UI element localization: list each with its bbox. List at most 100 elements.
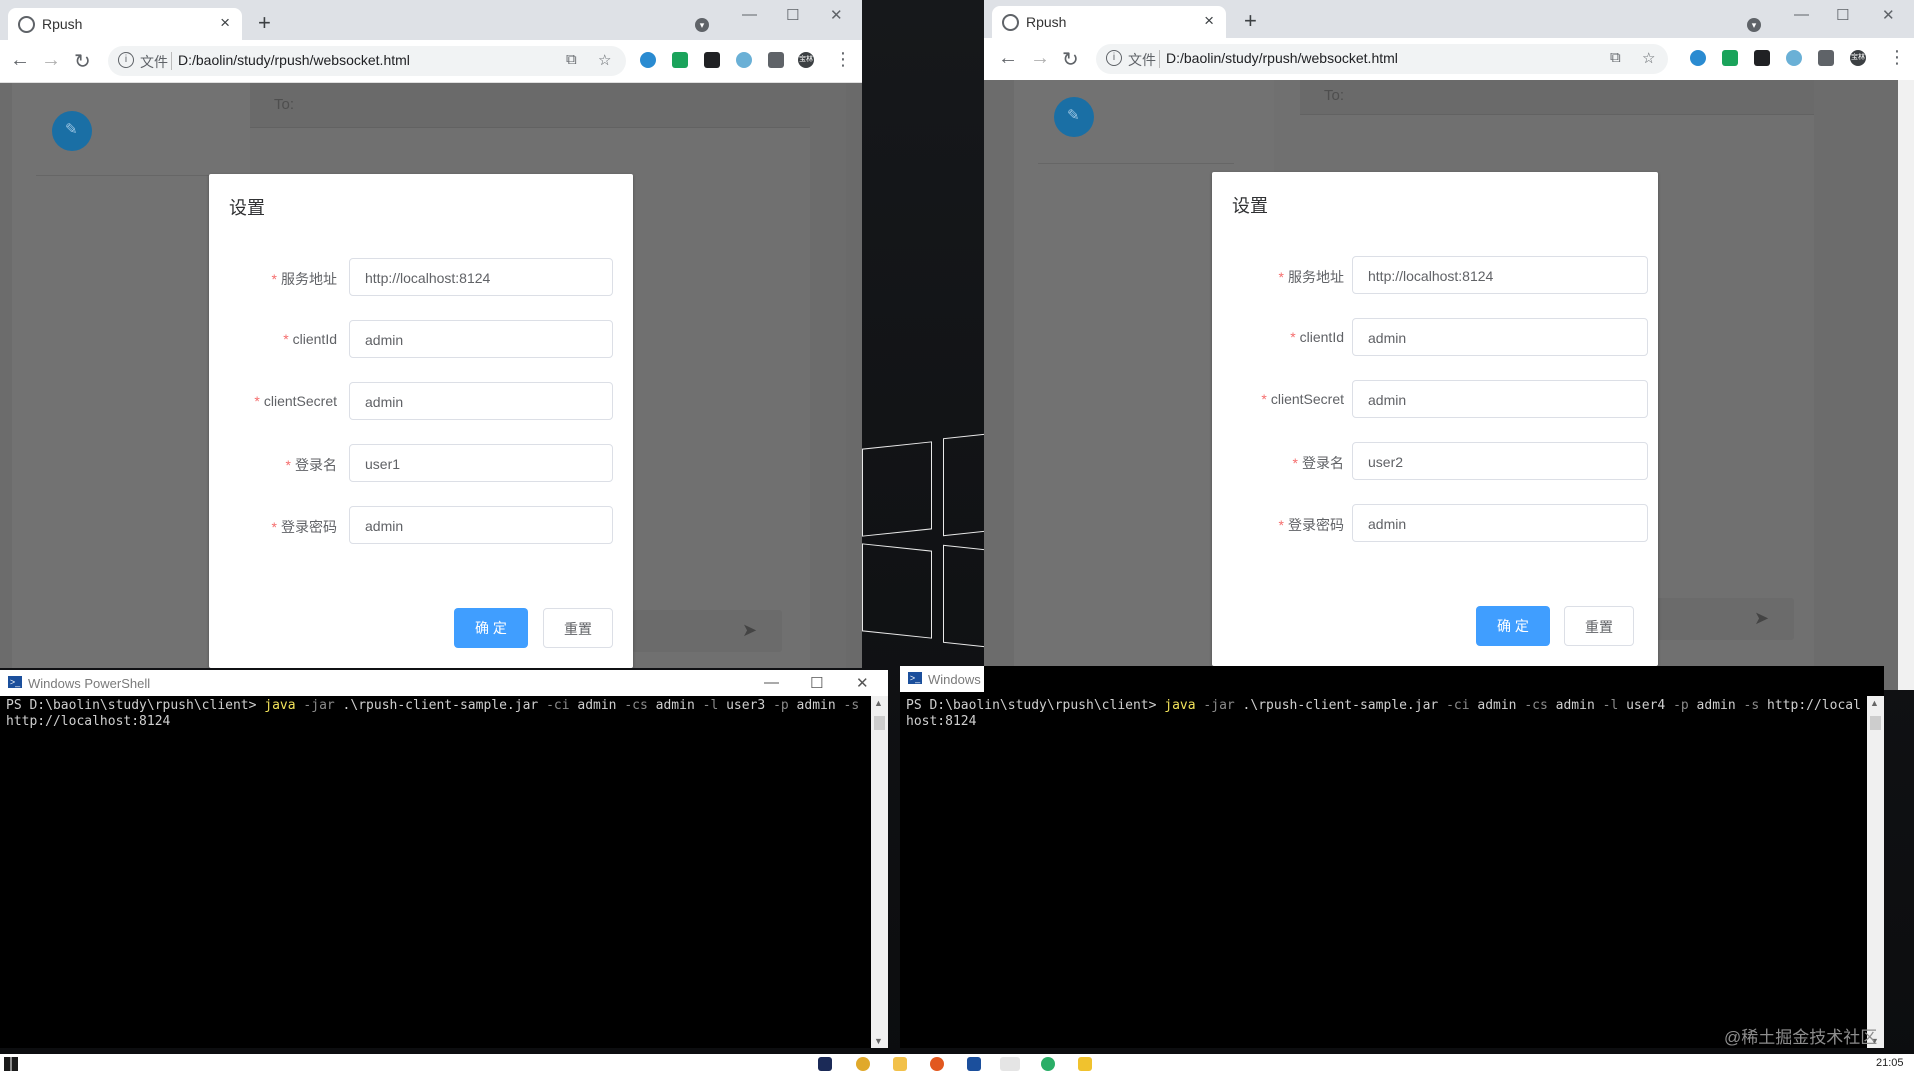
extension-edge-icon[interactable] xyxy=(1690,50,1706,66)
chrome-icon[interactable] xyxy=(856,1057,870,1071)
close-tab-icon[interactable]: × xyxy=(1204,11,1214,31)
menu-kebab-icon[interactable]: ⋮ xyxy=(834,49,852,70)
reset-button[interactable]: 重置 xyxy=(543,608,613,648)
form-row-username: * 登录名 user1 xyxy=(209,444,633,484)
terminal-output[interactable]: PS D:\baolin\study\rpush\client> java -j… xyxy=(906,698,1864,730)
reset-button[interactable]: 重置 xyxy=(1564,606,1634,646)
address-bar[interactable]: i 文件 D:/baolin/study/rpush/websocket.htm… xyxy=(1096,44,1668,74)
browser-tab[interactable]: Rpush × xyxy=(8,8,242,40)
clock[interactable]: 21:05 xyxy=(1876,1057,1904,1069)
close-window-button[interactable]: ✕ xyxy=(856,674,869,692)
extension-shield-icon[interactable] xyxy=(1722,50,1738,66)
reload-icon[interactable]: ↻ xyxy=(74,49,91,74)
scroll-thumb[interactable] xyxy=(874,716,885,730)
client-id-input[interactable]: admin xyxy=(1352,318,1648,356)
wechat-icon[interactable] xyxy=(1041,1057,1055,1071)
site-info-icon[interactable]: i xyxy=(1106,50,1122,66)
command-token: -jar xyxy=(295,698,335,713)
password-input[interactable]: admin xyxy=(349,506,613,544)
settings-dialog: 设置 * 服务地址 http://localhost:8124 * clientId… xyxy=(1212,172,1658,666)
message-send-bar[interactable]: ➤ xyxy=(1654,598,1794,640)
extension-dark-icon[interactable] xyxy=(704,52,720,68)
minimize-button[interactable]: — xyxy=(742,6,757,23)
app-orange-icon[interactable] xyxy=(930,1057,944,1071)
translate-icon[interactable]: ⧉ xyxy=(1610,49,1621,66)
password-input[interactable]: admin xyxy=(1352,504,1648,542)
close-window-button[interactable]: ✕ xyxy=(830,6,843,24)
maximize-button[interactable]: ☐ xyxy=(1836,6,1849,24)
reload-icon[interactable]: ↻ xyxy=(1062,47,1079,72)
command-token: -cs xyxy=(624,698,648,713)
start-windows-icon[interactable] xyxy=(4,1057,18,1071)
server-url-input[interactable]: http://localhost:8124 xyxy=(349,258,613,296)
maximize-button[interactable]: ☐ xyxy=(786,6,799,24)
url-text[interactable]: D:/baolin/study/rpush/websocket.html xyxy=(1166,50,1398,66)
extension-swirl-icon[interactable] xyxy=(1786,50,1802,66)
extension-edge-icon[interactable] xyxy=(640,52,656,68)
new-tab-button[interactable]: + xyxy=(258,10,271,36)
client-secret-input[interactable]: admin xyxy=(1352,380,1648,418)
extension-swirl-icon[interactable] xyxy=(736,52,752,68)
client-id-input[interactable]: admin xyxy=(349,320,613,358)
command-token: admin xyxy=(569,698,625,713)
confirm-button[interactable]: 确 定 xyxy=(1476,606,1550,646)
extension-dark-icon[interactable] xyxy=(1754,50,1770,66)
minimize-button[interactable]: — xyxy=(764,674,779,691)
close-tab-icon[interactable]: × xyxy=(220,13,230,33)
compose-avatar-icon[interactable] xyxy=(1054,97,1094,137)
address-bar[interactable]: i 文件 D:/baolin/study/rpush/websocket.htm… xyxy=(108,46,626,76)
client-secret-input[interactable]: admin xyxy=(349,382,613,420)
profile-avatar[interactable]: 宝林 xyxy=(798,52,814,68)
server-url-input[interactable]: http://localhost:8124 xyxy=(1352,256,1648,294)
powershell-titlebar[interactable]: >_ Windows xyxy=(900,666,984,692)
tab-search-icon[interactable]: ▾ xyxy=(695,18,709,32)
forward-icon[interactable]: → xyxy=(1030,47,1050,70)
site-info-icon[interactable]: i xyxy=(118,52,134,68)
extensions-puzzle-icon[interactable] xyxy=(768,52,784,68)
powershell-titlebar[interactable]: >_ Windows PowerShell — ☐ ✕ xyxy=(0,670,888,696)
profile-avatar[interactable]: 宝林 xyxy=(1850,50,1866,66)
username-input[interactable]: user1 xyxy=(349,444,613,482)
url-text[interactable]: D:/baolin/study/rpush/websocket.html xyxy=(178,52,410,68)
page-scrollbar[interactable] xyxy=(846,83,862,668)
back-icon[interactable]: ← xyxy=(10,49,30,72)
username-input[interactable]: user2 xyxy=(1352,442,1648,480)
maximize-button[interactable]: ☐ xyxy=(810,674,823,692)
terminal-scrollbar[interactable]: ▲ ▼ xyxy=(1867,696,1884,1048)
powershell-taskbar-icon[interactable] xyxy=(967,1057,981,1071)
to-field[interactable]: To: xyxy=(1300,80,1814,115)
intellij-icon[interactable] xyxy=(818,1057,832,1071)
scroll-up-icon[interactable]: ▲ xyxy=(874,698,883,708)
page-scrollbar[interactable] xyxy=(1898,80,1914,690)
extensions-puzzle-icon[interactable] xyxy=(1818,50,1834,66)
menu-kebab-icon[interactable]: ⋮ xyxy=(1888,47,1906,68)
app-yellow-icon[interactable] xyxy=(1078,1057,1092,1071)
divider xyxy=(171,52,172,70)
confirm-button[interactable]: 确 定 xyxy=(454,608,528,648)
back-icon[interactable]: ← xyxy=(998,47,1018,70)
compose-avatar-icon[interactable] xyxy=(52,111,92,151)
extension-shield-icon[interactable] xyxy=(672,52,688,68)
forward-icon[interactable]: → xyxy=(41,49,61,72)
scroll-up-icon[interactable]: ▲ xyxy=(1870,698,1879,708)
send-icon[interactable]: ➤ xyxy=(742,620,757,641)
to-field[interactable]: To: xyxy=(250,83,810,128)
scroll-thumb[interactable] xyxy=(1870,716,1881,730)
translate-icon[interactable]: ⧉ xyxy=(566,51,577,68)
bookmark-star-icon[interactable]: ☆ xyxy=(1642,49,1655,67)
new-tab-button[interactable]: + xyxy=(1244,8,1257,34)
send-icon[interactable]: ➤ xyxy=(1754,608,1769,629)
terminal-output[interactable]: PS D:\baolin\study\rpush\client> java -j… xyxy=(6,698,868,730)
terminal-scrollbar[interactable]: ▲ ▼ xyxy=(871,696,888,1048)
file-explorer-icon[interactable] xyxy=(893,1057,907,1071)
scheme-label: 文件 xyxy=(140,54,168,70)
app-red-icon[interactable] xyxy=(1000,1057,1020,1071)
form-row-clientsecret: * clientSecret admin xyxy=(209,382,633,422)
scroll-down-icon[interactable]: ▼ xyxy=(874,1036,883,1046)
close-window-button[interactable]: ✕ xyxy=(1882,6,1895,24)
tab-search-icon[interactable]: ▾ xyxy=(1747,18,1761,32)
browser-tab[interactable]: Rpush × xyxy=(992,6,1226,38)
bookmark-star-icon[interactable]: ☆ xyxy=(598,51,611,69)
message-send-bar[interactable]: ➤ xyxy=(632,610,782,652)
minimize-button[interactable]: — xyxy=(1794,6,1809,23)
